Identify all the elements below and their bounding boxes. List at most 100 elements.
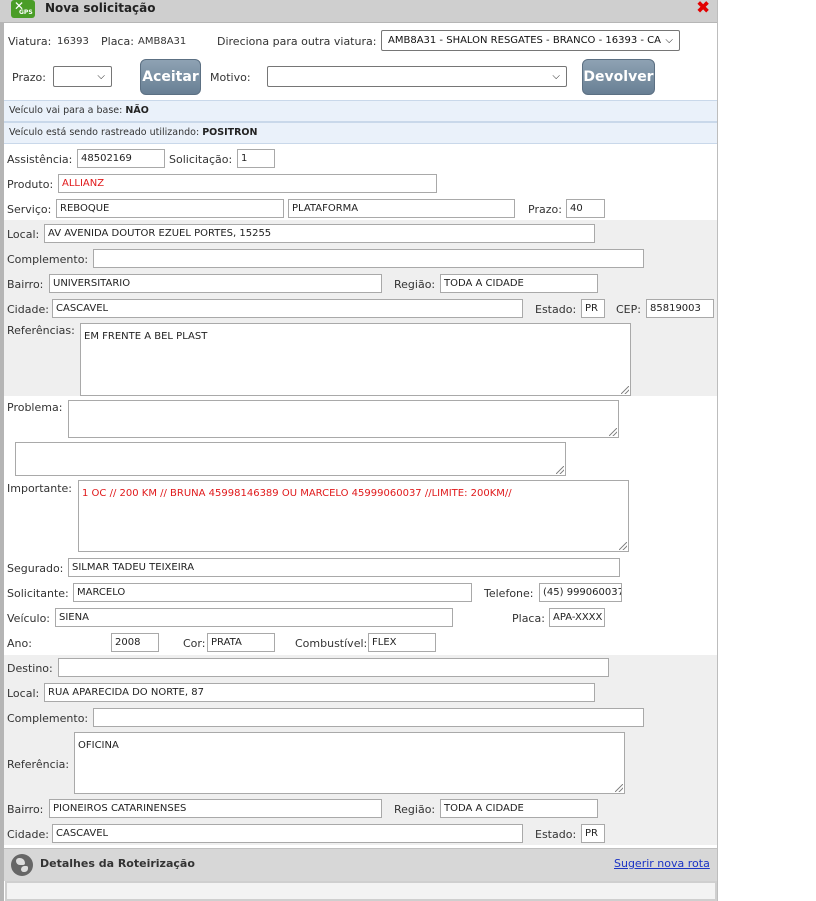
prazo-select-label: Prazo: [12,71,46,84]
veiculo-label: Veículo: [7,612,51,625]
chevron-down-icon: ⌵ [552,71,560,82]
servico-field[interactable]: REBOQUE [56,199,284,218]
solicitante-label: Solicitante: [7,587,69,600]
gps-logo-icon: ✕ GPS [11,0,35,18]
destino-local-field[interactable]: RUA APARECIDA DO NORTE, 87 [44,683,595,702]
servico-tipo-field[interactable]: PLATAFORMA [288,199,515,218]
problema-textarea[interactable] [68,400,619,438]
info-base-value: NÃO [125,105,149,116]
destino-complemento-field[interactable] [93,708,644,727]
servico-label: Serviço: [7,203,52,216]
telefone-field[interactable]: (45) 999060037 [539,583,622,602]
placa-value: AMB8A31 [138,36,187,47]
ano-field[interactable]: 2008 [111,633,159,652]
ano-label: Ano: [7,637,32,650]
info-base-label: Veículo vai para a base: [9,105,123,116]
motivo-select[interactable]: ⌵ [267,66,567,87]
destino-regiao-field[interactable]: TODA A CIDADE [440,799,598,818]
destino-referencia-textarea[interactable]: OFICINA [74,732,625,794]
destino-label: Destino: [7,662,53,675]
window-title: Nova solicitação [45,1,156,15]
referencias-textarea[interactable]: EM FRENTE A BEL PLAST [80,323,631,396]
chevron-down-icon: ⌵ [97,71,105,82]
estado-label: Estado: [535,303,577,316]
referencias-label: Referências: [7,324,75,337]
importante-label: Importante: [7,482,73,495]
estado-field[interactable]: PR [581,299,605,318]
destino-bairro-label: Bairro: [7,803,44,816]
cep-label: CEP: [616,303,641,316]
destino-estado-field[interactable]: PR [581,824,605,843]
regiao-field[interactable]: TODA A CIDADE [440,274,598,293]
segurado-label: Segurado: [7,562,64,575]
cor-field[interactable]: PRATA [207,633,275,652]
devolver-button[interactable]: Devolver [582,59,655,95]
telefone-label: Telefone: [484,587,534,600]
destino-complemento-label: Complemento: [7,712,89,725]
info-base-bar: Veículo vai para a base: NÃO [4,100,717,122]
cep-field[interactable]: 85819003 [646,299,714,318]
cidade-field[interactable]: CASCAVEL [52,299,523,318]
dialog-window: ✕ GPS Nova solicitação ✖ Viatura: 16393 … [0,0,718,901]
destino-referencia-text: OFICINA [78,740,119,751]
complemento-field[interactable] [93,249,644,268]
combustivel-label: Combustível: [295,637,368,650]
destino-cidade-field[interactable]: CASCAVEL [52,824,523,843]
direciona-select[interactable]: AMB8A31 - SHALON RESGATES - BRANCO - 163… [381,30,680,51]
resize-grip-icon[interactable] [615,784,623,792]
aceitar-button[interactable]: Aceitar [140,59,201,95]
destino-local-label: Local: [7,687,40,700]
destino-regiao-label: Região: [394,803,436,816]
resize-grip-icon[interactable] [619,542,627,550]
roteirizacao-panel [5,881,717,901]
info-rastreado-value: POSITRON [202,127,258,138]
close-icon[interactable]: ✖ [696,0,710,18]
veiculo-placa-label: Placa: [512,612,545,625]
importante-textarea[interactable]: 1 OC // 200 KM // BRUNA 45998146389 OU M… [78,480,629,552]
placa-label: Placa: [101,35,134,48]
segurado-field[interactable]: SILMAR TADEU TEIXEIRA [68,558,620,577]
sugerir-rota-link[interactable]: Sugerir nova rota [614,857,710,870]
info-rastreado-label: Veículo está sendo rastreado utilizando: [9,127,200,138]
assistencia-label: Assistência: [7,153,73,166]
solicitante-field[interactable]: MARCELO [73,583,472,602]
viatura-value: 16393 [57,36,89,47]
produto-field[interactable]: ALLIANZ [58,174,437,193]
local-field[interactable]: AV AVENIDA DOUTOR EZUEL PORTES, 15255 [44,224,595,243]
resize-grip-icon[interactable] [621,386,629,394]
referencias-text: EM FRENTE A BEL PLAST [84,331,208,342]
viatura-label: Viatura: [8,35,52,48]
cor-label: Cor: [183,637,206,650]
solicitacao-field[interactable]: 1 [237,149,275,168]
regiao-label: Região: [394,278,436,291]
destino-referencia-label: Referência: [7,758,70,771]
local-label: Local: [7,228,40,241]
direciona-label: Direciona para outra viatura: [217,35,377,48]
prazo-select[interactable]: ⌵ [53,66,112,87]
bairro-field[interactable]: UNIVERSITARIO [49,274,382,293]
resize-grip-icon[interactable] [556,466,564,474]
direciona-selected: AMB8A31 - SHALON RESGATES - BRANCO - 163… [388,35,661,46]
assistencia-field[interactable]: 48502169 [77,149,165,168]
roteirizacao-title: Detalhes da Roteirização [40,857,195,870]
veiculo-placa-field[interactable]: APA-XXXX [549,608,605,627]
servico-prazo-field[interactable]: 40 [566,199,605,218]
title-bar: ✕ GPS Nova solicitação ✖ [0,0,717,23]
cidade-label: Cidade: [7,303,49,316]
resize-grip-icon[interactable] [609,428,617,436]
destino-field[interactable] [58,658,609,677]
globe-icon [11,854,33,876]
produto-label: Produto: [7,178,54,191]
problema-detalhe-textarea[interactable] [15,442,566,476]
problema-label: Problema: [7,401,63,414]
chevron-down-icon: ⌵ [665,35,673,46]
motivo-label: Motivo: [210,71,251,84]
veiculo-field[interactable]: SIENA [55,608,453,627]
gps-logo-text: GPS [19,9,33,16]
servico-prazo-label: Prazo: [528,203,562,216]
destino-cidade-label: Cidade: [7,828,49,841]
importante-text: 1 OC // 200 KM // BRUNA 45998146389 OU M… [82,488,512,499]
destino-bairro-field[interactable]: PIONEIROS CATARINENSES [49,799,382,818]
combustivel-field[interactable]: FLEX [368,633,436,652]
destino-estado-label: Estado: [535,828,577,841]
